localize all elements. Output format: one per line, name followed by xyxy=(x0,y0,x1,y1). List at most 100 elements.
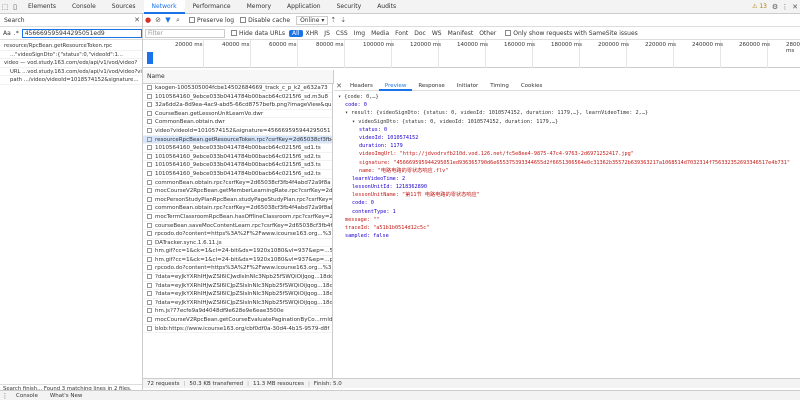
request-row[interactable]: kaogen-1005305004fcbe14502684669_track_c… xyxy=(143,84,332,93)
json-line[interactable]: lessonUnitId: 1218362890 xyxy=(338,183,800,191)
filter-type-css[interactable]: CSS xyxy=(333,30,351,37)
request-row[interactable]: mocCourseV2RpcBean.getMemberLearningRate… xyxy=(143,187,332,196)
filter-type-font[interactable]: Font xyxy=(392,30,411,37)
filter-input[interactable]: Filter xyxy=(145,28,225,38)
search-result[interactable]: resource/RpcBean.getResourceToken.rpc xyxy=(0,42,142,51)
detail-tab-headers[interactable]: Headers xyxy=(344,81,379,91)
request-row[interactable]: ?data=eyJkYXRhIHJwZSI6ICJpZSIsInNlc3Npb2… xyxy=(143,290,332,299)
filter-type-media[interactable]: Media xyxy=(368,30,392,37)
name-column-header[interactable]: Name xyxy=(143,70,334,84)
detail-tab-cookies[interactable]: Cookies xyxy=(515,81,549,91)
settings-icon[interactable]: ⚙ xyxy=(770,3,780,11)
json-line[interactable]: duration: 1179 xyxy=(338,142,800,150)
json-line[interactable]: lessonUnitName: "第11节 电路电路的零状态响应" xyxy=(338,191,800,199)
request-row[interactable]: rpcodo.do?content=https%3A%2F%2Fwww.icou… xyxy=(143,230,332,239)
filter-icon[interactable]: ▼ xyxy=(163,16,173,24)
tab-memory[interactable]: Memory xyxy=(239,0,279,14)
warning-badge[interactable]: ⚠ 13 xyxy=(749,3,770,10)
json-line[interactable]: videoId: 1010574152 xyxy=(338,134,800,142)
request-row[interactable]: commonBean.obtain.rpc?csrfKey=2d65038cf3… xyxy=(143,179,332,188)
request-row[interactable]: CommonBean.obtain.dwr xyxy=(143,118,332,127)
request-row[interactable]: hm.js?77ecfe9a9d4048df9e628e9e6eae3500e xyxy=(143,307,332,317)
filter-type-all[interactable]: All xyxy=(289,29,303,37)
tab-audits[interactable]: Audits xyxy=(369,0,404,14)
filter-type-js[interactable]: JS xyxy=(321,30,333,37)
search-result[interactable]: URL ...vod.study.163.com/eds/api/v1/vod/… xyxy=(0,68,142,77)
samesite-checkbox[interactable]: Only show requests with SameSite issues xyxy=(505,30,638,37)
hide-data-urls-checkbox[interactable]: Hide data URLs xyxy=(231,30,285,37)
request-row[interactable]: resourceRpcBean.getResourceToken.rpc?csr… xyxy=(143,135,332,145)
tab-elements[interactable]: Elements xyxy=(20,0,64,14)
match-case-button[interactable]: Aa xyxy=(3,30,11,37)
device-toolbar-icon[interactable]: ▯ xyxy=(10,3,20,11)
request-row[interactable]: ?data=eyJkYXRhIHJwZSI6ICJpZSIsInNlc3Npb2… xyxy=(143,282,332,291)
request-row[interactable]: hm.gif?cc=1&ck=1&cl=24-bit&ds=1920x1080&… xyxy=(143,247,332,256)
search-result[interactable]: ..."videoSignDto":{"status":0,"videoId":… xyxy=(0,51,142,60)
request-row[interactable]: 1010564160_9ebce033b0414784b00bacb64c021… xyxy=(143,93,332,102)
preserve-log-checkbox[interactable]: Preserve log xyxy=(189,17,234,24)
drawer-menu-icon[interactable]: ⋮ xyxy=(0,392,10,400)
drawer-tab[interactable]: What's New xyxy=(44,391,89,401)
json-line[interactable]: ▾ videoSignDto: {status: 0, videoId: 101… xyxy=(338,118,800,126)
record-icon[interactable]: ● xyxy=(143,16,153,24)
json-line[interactable]: signature: "456669595944295051ed93636579… xyxy=(338,159,800,167)
search-icon[interactable]: ⌕ xyxy=(173,16,183,25)
json-line[interactable]: videoImgUrl: "http://jdvodrvfb210d.vod.1… xyxy=(338,150,800,158)
request-row[interactable]: 1010564160_9ebce033b0414784b00bacb64c021… xyxy=(143,153,332,162)
request-row[interactable]: 1010564160_9ebce033b0414784b00bacb64c021… xyxy=(143,144,332,153)
request-row[interactable]: mocCourseV2RpcBean.getCourseEvaluatePagi… xyxy=(143,316,332,325)
tab-network[interactable]: Network xyxy=(143,0,185,14)
request-row[interactable]: mocTermClassroomRpcBean.hasOfflineClassr… xyxy=(143,213,332,222)
detail-tab-initiator[interactable]: Initiator xyxy=(451,81,484,91)
request-row[interactable]: commonBean.obtain.rpc?csrfKey=2d65038cf3… xyxy=(143,204,332,213)
json-line[interactable]: name: "电路电路的零状态响应.flv" xyxy=(338,167,800,175)
json-line[interactable]: code: 0 xyxy=(338,101,800,109)
json-line[interactable]: traceId: "a51b1b0514d12c5c" xyxy=(338,224,800,232)
download-har-icon[interactable]: ⇣ xyxy=(338,16,348,24)
upload-har-icon[interactable]: ⇡ xyxy=(328,16,338,24)
request-row[interactable]: video?videoId=1010574152&signature=45666… xyxy=(143,127,332,136)
filter-type-xhr[interactable]: XHR xyxy=(303,30,322,37)
timeline-overview[interactable]: 20000 ms 40000 ms 60000 ms 80000 ms 100000 m… xyxy=(143,40,800,68)
json-line[interactable]: contentType: 1 xyxy=(338,208,800,216)
detail-tab-timing[interactable]: Timing xyxy=(484,81,515,91)
detail-tab-preview[interactable]: Preview xyxy=(378,81,413,91)
request-row[interactable]: hm.gif?cc=1&ck=1&cl=24-bit&ds=1920x1080&… xyxy=(143,256,332,265)
json-line[interactable]: status: 0 xyxy=(338,126,800,134)
filter-type-other[interactable]: Other xyxy=(476,30,499,37)
json-line[interactable]: learnVideoTime: 2 xyxy=(338,175,800,183)
tab-security[interactable]: Security xyxy=(329,0,370,14)
filter-type-ws[interactable]: WS xyxy=(429,30,445,37)
json-line[interactable]: ▾ result: {videoSignDto: {status: 0, vid… xyxy=(338,109,800,117)
request-row[interactable]: rpcodo.do?content=https%3A%2F%2Fwww.icou… xyxy=(143,264,332,274)
filter-type-doc[interactable]: Doc xyxy=(411,30,429,37)
detail-tab-response[interactable]: Response xyxy=(412,81,450,91)
search-input[interactable]: 456669595944295051ed9 xyxy=(21,28,142,38)
close-detail-icon[interactable]: ✕ xyxy=(334,82,344,90)
json-line[interactable]: code: 0 xyxy=(338,199,800,207)
regex-button[interactable]: .* xyxy=(14,30,19,37)
request-row[interactable]: CourseBean.getLessonUnitLearnVo.dwr xyxy=(143,110,332,119)
more-options-icon[interactable]: ⋮ xyxy=(780,3,790,11)
json-line[interactable]: sampled: false xyxy=(338,232,800,240)
close-icon[interactable]: ✕ xyxy=(790,3,800,11)
request-row[interactable]: blob:https://www.icourse163.org/cbf0df0a… xyxy=(143,325,332,334)
json-line[interactable]: message: "" xyxy=(338,216,800,224)
tab-performance[interactable]: Performance xyxy=(185,0,239,14)
request-row[interactable]: mocPersonStudyPlanRpcBean.studyPageStudy… xyxy=(143,196,332,205)
clear-icon[interactable]: ⊘ xyxy=(153,16,163,24)
json-line[interactable]: ▾ {code: 0,…} xyxy=(338,93,800,101)
tab-application[interactable]: Application xyxy=(279,0,329,14)
throttling-select[interactable]: Online ▾ xyxy=(296,15,329,25)
request-row[interactable]: DATracker.sync.1.6.11.js xyxy=(143,239,332,248)
search-result[interactable]: video — vod.study.163.com/eds/api/v1/vod… xyxy=(0,59,142,68)
search-result[interactable]: path .../video/videoId=1018574152&signat… xyxy=(0,76,142,85)
request-row[interactable]: 1010564160_9ebce033b0414784b00bacb64c021… xyxy=(143,161,332,170)
tab-console[interactable]: Console xyxy=(64,0,104,14)
request-row[interactable]: courseBean.saveMocContentLearn.rpc?csrfK… xyxy=(143,222,332,231)
close-search-icon[interactable]: ✕ xyxy=(132,16,142,24)
disable-cache-checkbox[interactable]: Disable cache xyxy=(240,17,290,24)
filter-type-img[interactable]: Img xyxy=(351,30,368,37)
drawer-tab[interactable]: Console xyxy=(10,391,44,401)
request-row[interactable]: 1010564160_9ebce033b0414784b00bacb64c021… xyxy=(143,170,332,179)
